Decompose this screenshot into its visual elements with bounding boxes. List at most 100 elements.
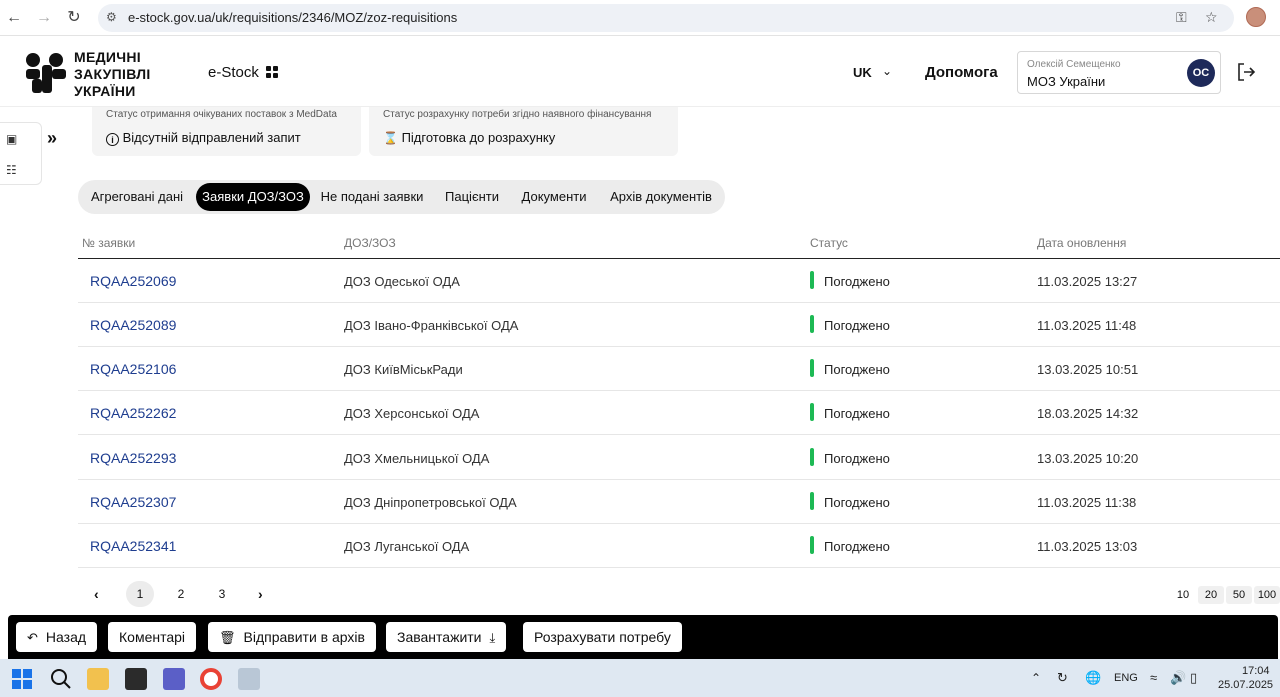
download-button[interactable]: Завантажити ⤓ xyxy=(386,622,507,652)
status-cell: Погоджено xyxy=(824,318,890,333)
tab-documents[interactable]: Документи xyxy=(516,183,592,211)
requisition-number-link[interactable]: RQAA252307 xyxy=(90,494,176,510)
date-cell: 13.03.2025 10:51 xyxy=(1037,362,1139,377)
apps-grid-icon[interactable] xyxy=(266,66,278,78)
app-name[interactable]: e-Stock xyxy=(208,64,259,81)
file-explorer-icon[interactable] xyxy=(87,668,109,690)
logo-icon[interactable] xyxy=(24,51,68,95)
date-cell: 11.03.2025 13:03 xyxy=(1037,539,1138,554)
back-button[interactable]: ↶ Назад xyxy=(16,622,98,652)
archive-button-label: Відправити в архів xyxy=(243,629,365,645)
clock-date[interactable]: 25.07.2025 xyxy=(1218,679,1273,691)
status-cell: Погоджено xyxy=(824,362,890,377)
status-indicator xyxy=(810,536,814,554)
browser-toolbar: ← → ↻ ⚙ e-stock.gov.ua/uk/requisitions/2… xyxy=(0,0,1280,36)
warehouse-icon[interactable]: ▣ xyxy=(6,132,22,146)
expand-sidebar-icon[interactable]: » xyxy=(47,128,57,149)
requisition-number-link[interactable]: RQAA252262 xyxy=(90,405,176,421)
calculate-need-button[interactable]: Розрахувати потребу xyxy=(523,622,682,652)
volume-icon[interactable]: 🔊 xyxy=(1170,670,1186,686)
org-cell: ДОЗ Херсонської ОДА xyxy=(344,406,480,421)
book-icon[interactable]: ☷ xyxy=(6,163,22,177)
address-bar[interactable]: ⚙ e-stock.gov.ua/uk/requisitions/2346/MO… xyxy=(98,4,1234,32)
requisition-number-link[interactable]: RQAA252089 xyxy=(90,317,176,333)
page-button[interactable]: 1 xyxy=(126,581,154,607)
page-button[interactable]: 2 xyxy=(167,581,195,607)
logo-text[interactable]: МЕДИЧНІ ЗАКУПІВЛІ УКРАЇНИ xyxy=(74,49,151,100)
table-row[interactable]: RQAA252307 ДОЗ Дніпропетровської ОДА Пог… xyxy=(78,480,1280,524)
tab-not-submitted[interactable]: Не подані заявки xyxy=(316,183,428,211)
table-row[interactable]: RQAA252089 ДОЗ Івано-Франківської ОДА По… xyxy=(78,303,1280,347)
logo-line: УКРАЇНИ xyxy=(74,83,136,99)
tab-requisitions[interactable]: Заявки ДОЗ/ЗОЗ xyxy=(196,183,310,211)
page-size-option[interactable]: 10 xyxy=(1170,586,1196,604)
org-cell: ДОЗ Одеської ОДА xyxy=(344,274,460,289)
wifi-icon[interactable]: ≈ xyxy=(1150,670,1157,685)
clock-time[interactable]: 17:04 xyxy=(1242,665,1270,677)
forward-icon[interactable]: → xyxy=(34,8,54,28)
column-header-number[interactable]: № заявки xyxy=(82,236,135,250)
page-size-option[interactable]: 50 xyxy=(1226,586,1252,604)
chevron-down-icon[interactable]: ⌄ xyxy=(882,64,892,78)
status-value: i Відсутній відправлений запит xyxy=(106,130,301,146)
chrome-icon[interactable] xyxy=(200,668,222,690)
org-cell: ДОЗ Хмельницької ОДА xyxy=(344,451,490,466)
help-link[interactable]: Допомога xyxy=(925,64,998,81)
page-size-option[interactable]: 20 xyxy=(1198,586,1224,604)
date-cell: 13.03.2025 10:20 xyxy=(1037,451,1139,466)
terminal-icon[interactable] xyxy=(125,668,147,690)
tab-patients[interactable]: Пацієнти xyxy=(438,183,506,211)
chevron-right-icon[interactable]: › xyxy=(258,586,263,602)
status-label: Статус отримання очікуваних поставок з M… xyxy=(106,109,337,120)
teams-icon[interactable] xyxy=(163,668,185,690)
globe-icon[interactable]: 🌐 xyxy=(1085,670,1101,686)
status-indicator xyxy=(810,359,814,377)
archive-button[interactable]: 🗑 Відправити в архів xyxy=(208,622,376,652)
page-button[interactable]: 3 xyxy=(208,581,236,607)
user-menu[interactable]: Олексій Семещенко МОЗ України ОС xyxy=(1017,51,1221,94)
avatar[interactable]: ОС xyxy=(1187,59,1215,87)
star-icon[interactable]: ☆ xyxy=(1205,9,1218,26)
chevron-left-icon[interactable]: ‹ xyxy=(94,586,99,602)
requisition-number-link[interactable]: RQAA252106 xyxy=(90,361,176,377)
column-header-status[interactable]: Статус xyxy=(810,236,848,250)
language-selector[interactable]: UK xyxy=(853,65,872,80)
back-icon[interactable]: ← xyxy=(4,8,24,28)
calculate-need-button-label: Розрахувати потребу xyxy=(534,629,671,645)
status-indicator xyxy=(810,403,814,421)
requisition-number-link[interactable]: RQAA252341 xyxy=(90,538,176,554)
windows-start-icon[interactable] xyxy=(11,668,33,690)
trash-icon: 🗑 xyxy=(219,630,236,645)
table-row[interactable]: RQAA252293 ДОЗ Хмельницької ОДА Погоджен… xyxy=(78,436,1280,480)
url-text[interactable]: e-stock.gov.ua/uk/requisitions/2346/MOZ/… xyxy=(128,10,457,25)
requisition-number-link[interactable]: RQAA252293 xyxy=(90,450,176,466)
side-panel: ▣ ☷ xyxy=(0,122,42,185)
sync-icon[interactable]: ↻ xyxy=(1057,670,1068,686)
tray-chevron-up-icon[interactable]: ⌃ xyxy=(1031,671,1041,685)
tab-aggregated[interactable]: Агреговані дані xyxy=(84,183,190,211)
page-size-option[interactable]: 100 xyxy=(1254,586,1280,604)
key-icon[interactable]: ⚿ xyxy=(1176,9,1187,26)
logo-line: ЗАКУПІВЛІ xyxy=(74,66,151,82)
column-header-org[interactable]: ДОЗ/ЗОЗ xyxy=(344,236,396,250)
battery-icon[interactable]: ▯ xyxy=(1190,670,1197,686)
keyboard-language[interactable]: ENG xyxy=(1114,672,1138,684)
table-row[interactable]: RQAA252106 ДОЗ КиївМіськРади Погоджено 1… xyxy=(78,347,1280,391)
logout-icon[interactable] xyxy=(1236,62,1256,82)
comments-button[interactable]: Коментарі xyxy=(108,622,197,652)
org-cell: ДОЗ Луганської ОДА xyxy=(344,539,470,554)
table-row[interactable]: RQAA252341 ДОЗ Луганської ОДА Погоджено … xyxy=(78,524,1280,568)
table-row[interactable]: RQAA252069 ДОЗ Одеської ОДА Погоджено 11… xyxy=(78,259,1280,303)
status-indicator xyxy=(810,271,814,289)
browser-profile-avatar[interactable] xyxy=(1246,7,1266,27)
site-settings-icon[interactable]: ⚙ xyxy=(106,10,117,24)
date-cell: 18.03.2025 14:32 xyxy=(1037,406,1139,421)
table-row[interactable]: RQAA252262 ДОЗ Херсонської ОДА Погоджено… xyxy=(78,391,1280,435)
search-icon[interactable] xyxy=(50,668,72,690)
column-header-date[interactable]: Дата оновлення xyxy=(1037,236,1126,250)
app-icon[interactable] xyxy=(238,668,260,690)
requisition-number-link[interactable]: RQAA252069 xyxy=(90,273,176,289)
reload-icon[interactable]: ↻ xyxy=(64,8,84,28)
status-indicator xyxy=(810,315,814,333)
tab-documents-archive[interactable]: Архів документів xyxy=(602,183,720,211)
